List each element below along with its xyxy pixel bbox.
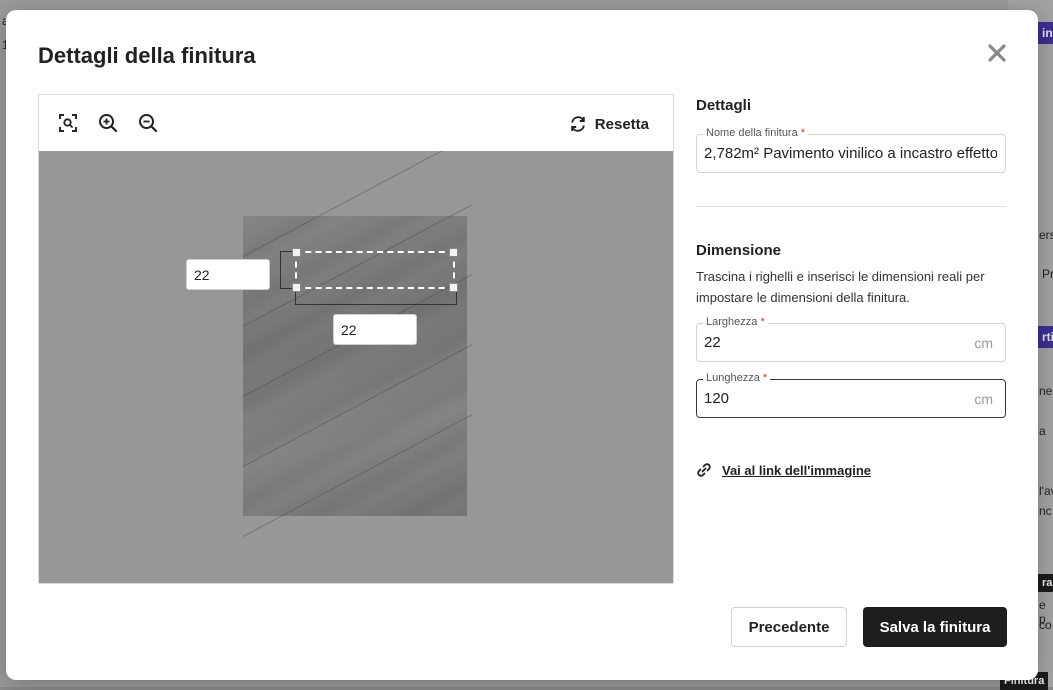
background-purple-badge: in [1038,22,1053,44]
zoom-in-icon [99,114,118,133]
finish-name-label: Nome della finitura * [703,127,809,139]
length-label: Lunghezza * [703,372,771,384]
zoom-out-button[interactable] [137,112,159,134]
background-dark-badge: ra [1038,574,1053,592]
dimension-section-title: Dimensione [696,242,782,259]
zoom-in-button[interactable] [97,112,119,134]
background-fragment: co [1039,618,1052,632]
plank-line [242,151,473,257]
close-button[interactable] [984,40,1010,66]
save-finish-button[interactable]: Salva la finitura [863,607,1007,647]
background-fragment: l'av [1039,484,1053,498]
image-editor: Resetta [38,94,674,584]
width-label: Larghezza * [703,316,768,328]
editor-toolbar: Resetta [39,95,673,151]
width-ruler[interactable] [295,291,457,305]
height-measure-input[interactable] [186,259,270,290]
close-icon [988,44,1006,62]
previous-button[interactable]: Precedente [731,607,847,647]
width-value: 22 [704,334,721,351]
length-field[interactable]: Lunghezza * 120 cm [696,372,1006,418]
dimension-help-text: Trascina i righelli e inserisci le dimen… [696,269,985,305]
editor-canvas[interactable] [39,151,673,583]
link-icon [697,463,711,477]
background-fragment: ers [1039,228,1053,242]
length-value: 120 [704,390,730,407]
crop-selection[interactable] [292,248,458,292]
reset-button[interactable]: Resetta [569,113,649,135]
length-unit: cm [974,391,993,407]
width-measure-input[interactable] [333,314,417,345]
background-fragment: a [1039,424,1046,438]
plank-line [242,343,473,467]
zoom-out-icon [139,114,158,133]
resize-handle-bottom-right[interactable] [449,283,458,292]
modal-title: Dettagli della finitura [38,43,256,68]
background-purple-badge: rti [1038,326,1053,348]
fit-screen-button[interactable] [57,112,79,134]
image-link-label: Vai al link dell'immagine [722,462,872,478]
background-fragment: nc [1039,504,1052,518]
image-link[interactable]: Vai al link dell'immagine [696,462,871,478]
height-ruler[interactable] [280,251,292,289]
finish-details-modal: Dettagli della finitura Resetta 22 22 De… [6,10,1038,680]
reset-label: Resetta [594,115,649,133]
resize-handle-top-left[interactable] [292,248,301,257]
resize-handle-top-right[interactable] [449,248,458,257]
plank-line [242,413,473,537]
resize-handle-bottom-left[interactable] [292,283,301,292]
background-fragment: Pr [1042,267,1053,281]
finish-name-value: 2,782m² Pavimento vinilico a incastro ef… [704,145,997,162]
details-section-title: Dettagli [696,97,752,114]
width-field[interactable]: Larghezza * 22 cm [696,316,1006,362]
section-divider [696,206,1006,207]
background-fragment: ne [1039,384,1053,398]
fit-screen-icon [59,114,77,132]
finish-name-field[interactable]: Nome della finitura * 2,782m² Pavimento … [696,127,1006,173]
refresh-icon [571,116,585,132]
width-unit: cm [974,335,993,351]
